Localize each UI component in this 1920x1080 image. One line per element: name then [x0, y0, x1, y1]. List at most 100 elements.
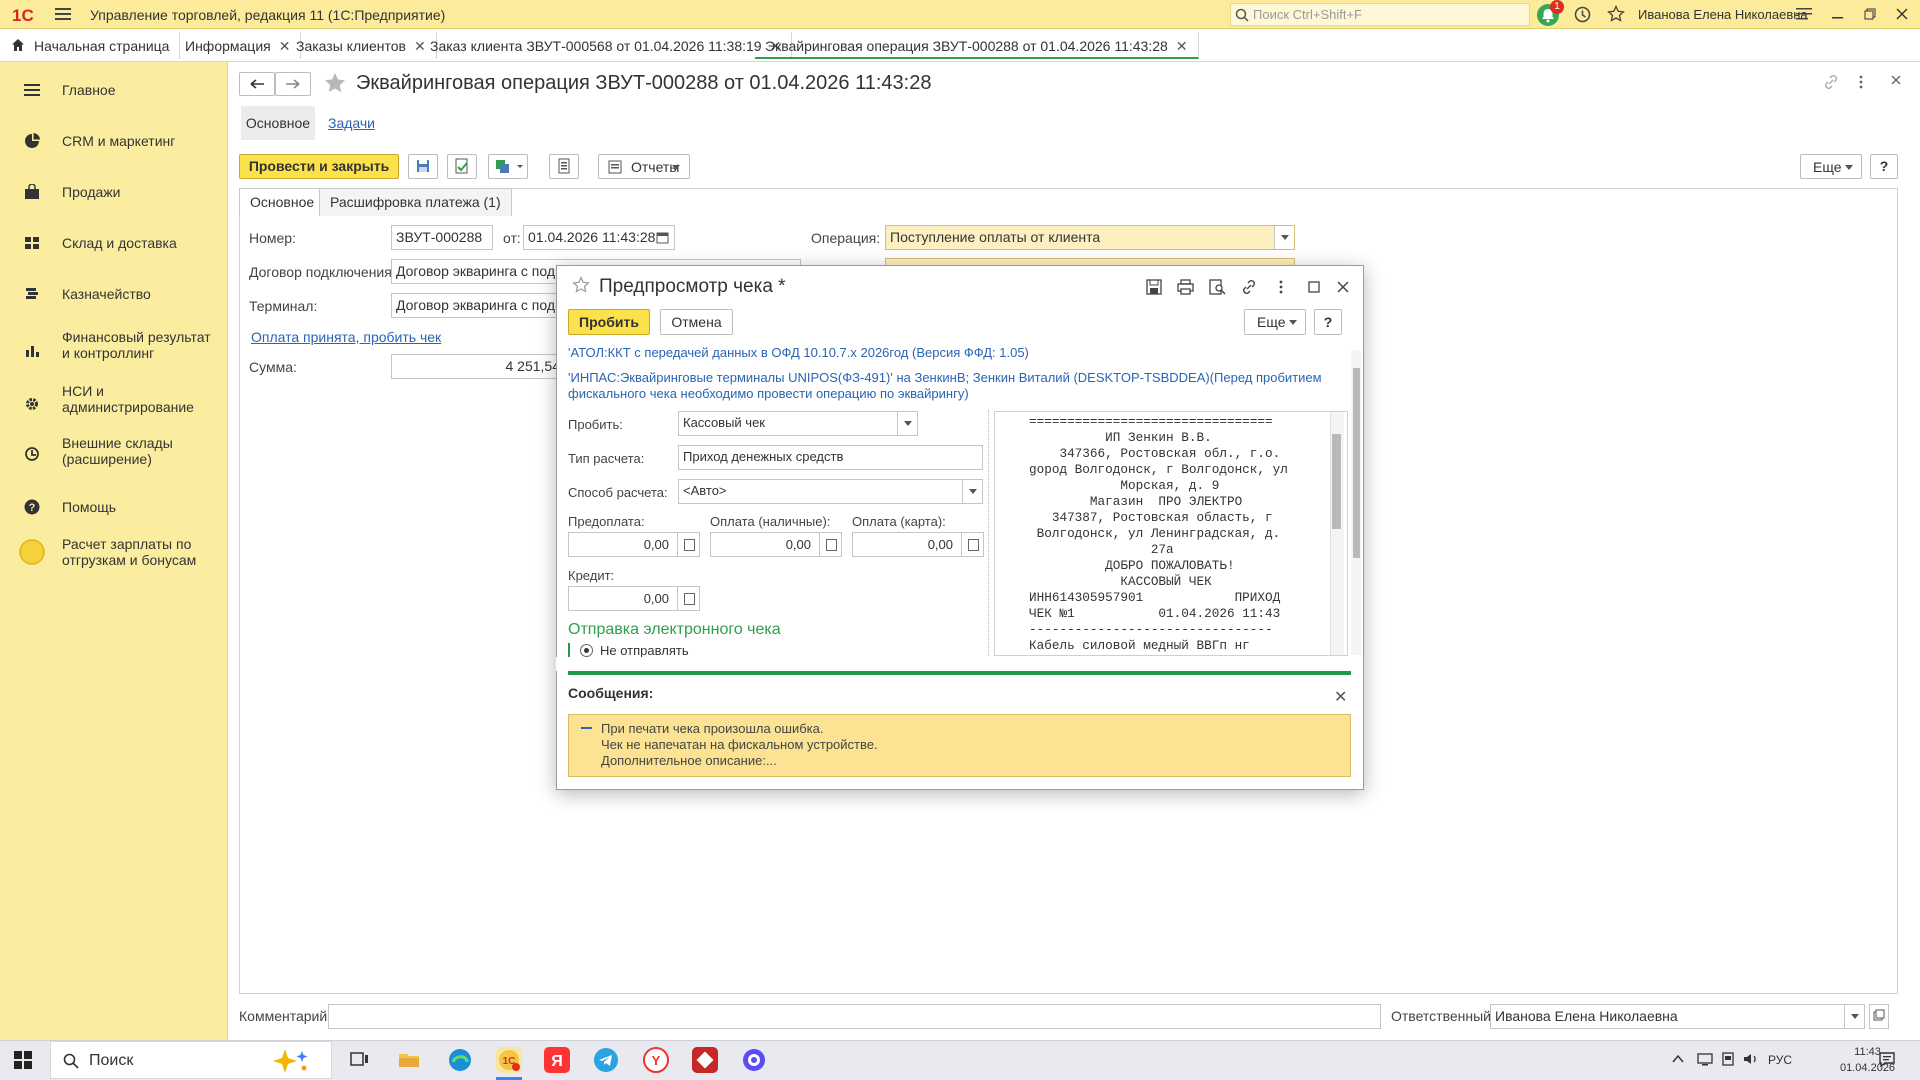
close-document-icon[interactable]: [1890, 74, 1902, 86]
responsible-select[interactable]: Иванова Елена Николаевна: [1490, 1004, 1865, 1029]
sidebar-item-admin[interactable]: НСИ и администрирование: [0, 378, 228, 426]
more-button[interactable]: Еще: [1800, 154, 1862, 179]
post-button[interactable]: [447, 154, 477, 179]
windows-start-icon[interactable]: [14, 1051, 32, 1069]
tab-acquiring-operation[interactable]: Эквайринговая операция ЗВУТ-000288 от 01…: [755, 32, 1199, 59]
close-messages-icon[interactable]: ✕: [1334, 687, 1347, 707]
current-user[interactable]: Иванова Елена Николаевна: [1638, 7, 1808, 22]
sidebar-item-treasury[interactable]: Казначейство: [0, 274, 228, 314]
save-button[interactable]: [408, 154, 438, 179]
copilot-sparkle-icon[interactable]: [271, 1045, 311, 1075]
dialog-help-button[interactable]: ?: [1314, 309, 1342, 335]
operation-select[interactable]: Поступление оплаты от клиента: [885, 225, 1295, 250]
task-view-icon[interactable]: [346, 1047, 372, 1073]
splitter[interactable]: [988, 410, 989, 656]
form-tab-payment-breakdown[interactable]: Расшифровка платежа (1): [319, 188, 512, 216]
favorite-star-icon[interactable]: [323, 71, 347, 95]
sidebar-item-payroll[interactable]: Расчет зарплаты по отгрузкам и бонусам: [0, 530, 228, 578]
subtab-tasks[interactable]: Задачи: [328, 115, 375, 131]
print-preview-icon[interactable]: [1209, 279, 1226, 295]
number-field[interactable]: ЗВУТ-000288: [391, 225, 493, 250]
more-vertical-icon[interactable]: [1858, 74, 1864, 90]
action-center-icon[interactable]: [1878, 1050, 1896, 1068]
calculator-icon[interactable]: [677, 587, 699, 610]
subtab-main[interactable]: Основное: [241, 106, 315, 140]
calc-method-select[interactable]: <Авто>: [678, 479, 983, 504]
save-icon[interactable]: [1146, 279, 1162, 295]
chevron-down-icon[interactable]: [962, 480, 982, 503]
chevron-down-icon[interactable]: [1274, 226, 1294, 249]
favorites-star-icon[interactable]: [1607, 5, 1625, 23]
dialog-scrollbar-thumb[interactable]: [1353, 368, 1360, 558]
payment-accepted-print-receipt-link[interactable]: Оплата принята, пробить чек: [251, 329, 441, 345]
maximize-icon[interactable]: [1307, 280, 1321, 294]
create-based-on-button[interactable]: [488, 154, 528, 179]
main-menu-icon[interactable]: [55, 7, 71, 21]
1c-taskbar-icon[interactable]: 1С: [496, 1047, 522, 1073]
history-icon[interactable]: [1574, 6, 1591, 23]
calendar-icon[interactable]: [656, 231, 670, 245]
telegram-icon[interactable]: [593, 1047, 619, 1073]
file-explorer-icon[interactable]: [396, 1047, 422, 1073]
calculator-icon[interactable]: [819, 533, 841, 556]
open-responsible-button[interactable]: [1869, 1004, 1889, 1029]
link-icon[interactable]: [1241, 279, 1257, 295]
yandex-browser-icon[interactable]: Я: [544, 1047, 570, 1073]
forward-button[interactable]: [275, 72, 311, 96]
sidebar-item-external-warehouses[interactable]: Внешние склады (расширение): [0, 430, 228, 478]
receipt-scrollbar-thumb[interactable]: [1332, 434, 1341, 529]
tab-customer-orders[interactable]: Заказы клиентов ✕: [286, 32, 437, 59]
reports-button[interactable]: Отчеты: [598, 154, 690, 179]
network-icon[interactable]: [1697, 1052, 1713, 1066]
credit-input[interactable]: 0,00: [568, 586, 700, 611]
tab-home[interactable]: Начальная страница: [0, 32, 181, 59]
minimize-button[interactable]: [1832, 7, 1844, 21]
close-tab-icon[interactable]: ✕: [1176, 38, 1188, 54]
tab-information[interactable]: Информация ✕: [175, 32, 302, 59]
device-icon[interactable]: [1721, 1052, 1735, 1066]
cash-input[interactable]: 0,00: [710, 532, 842, 557]
prepay-input[interactable]: 0,00: [568, 532, 700, 557]
printer-icon[interactable]: [1177, 279, 1194, 295]
input-language[interactable]: РУС: [1768, 1053, 1792, 1067]
sidebar-item-sales[interactable]: Продажи: [0, 172, 228, 212]
cancel-button[interactable]: Отмена: [660, 309, 733, 335]
edge-browser-icon[interactable]: [447, 1047, 473, 1073]
sidebar-item-crm[interactable]: CRM и маркетинг: [0, 121, 228, 161]
volume-icon[interactable]: [1743, 1052, 1759, 1066]
favorite-star-icon[interactable]: [572, 276, 590, 294]
tray-chevron-up-icon[interactable]: [1672, 1054, 1684, 1064]
close-window-button[interactable]: [1896, 7, 1908, 21]
print-type-select[interactable]: Кассовый чек: [678, 411, 918, 436]
messenger-icon[interactable]: [741, 1047, 767, 1073]
more-vertical-icon[interactable]: [1278, 279, 1284, 295]
close-dialog-icon[interactable]: [1336, 280, 1350, 294]
print-list-button[interactable]: [549, 154, 579, 179]
do-not-send-radio[interactable]: [580, 644, 593, 657]
dialog-more-button[interactable]: Еще: [1244, 309, 1306, 335]
form-tab-main[interactable]: Основное: [239, 188, 326, 216]
sidebar-item-main[interactable]: Главное: [0, 70, 228, 110]
comment-input[interactable]: [328, 1004, 1381, 1029]
card-input[interactable]: 0,00: [852, 532, 984, 557]
calculator-icon[interactable]: [677, 533, 699, 556]
sidebar-item-help[interactable]: ? Помощь: [0, 487, 228, 527]
yandex-icon[interactable]: Y: [643, 1047, 669, 1073]
link-icon[interactable]: [1823, 74, 1839, 90]
post-and-close-button[interactable]: Провести и закрыть: [239, 154, 399, 179]
tab-customer-order[interactable]: Заказ клиента ЗВУТ-000568 от 01.04.2026 …: [420, 32, 793, 59]
back-button[interactable]: [239, 72, 275, 96]
taskbar-search-box[interactable]: Поиск: [50, 1041, 332, 1079]
restore-button[interactable]: [1864, 7, 1876, 21]
print-receipt-button[interactable]: Пробить: [568, 309, 650, 335]
sum-field[interactable]: 4 251,54: [391, 354, 565, 379]
chevron-down-icon[interactable]: [1844, 1005, 1864, 1028]
help-button[interactable]: ?: [1870, 154, 1898, 179]
anydesk-icon[interactable]: [692, 1047, 718, 1073]
sidebar-item-finance[interactable]: Финансовый результат и контроллинг: [0, 324, 228, 372]
date-field[interactable]: 01.04.2026 11:43:28: [523, 225, 675, 250]
calculator-icon[interactable]: [961, 533, 983, 556]
global-search-input[interactable]: Поиск Ctrl+Shift+F: [1230, 3, 1530, 26]
settings-menu-icon[interactable]: [1796, 7, 1812, 21]
calc-type-field[interactable]: Приход денежных средств: [678, 445, 983, 470]
